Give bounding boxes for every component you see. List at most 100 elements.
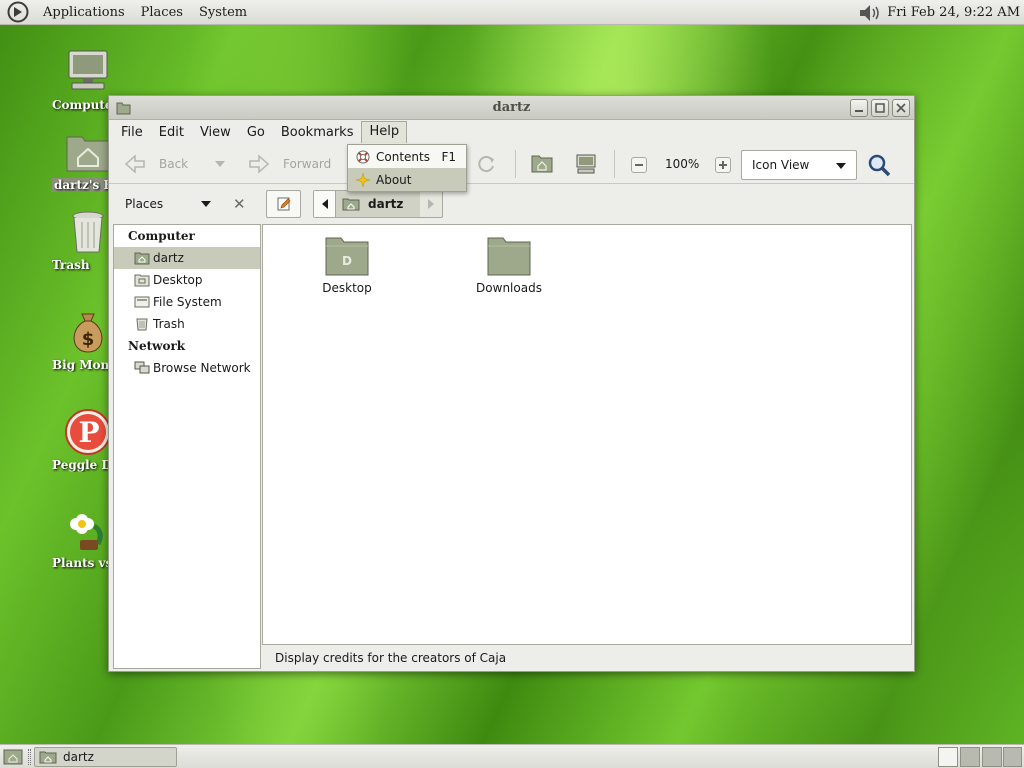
svg-text:$: $ bbox=[82, 329, 95, 350]
chevron-down-icon bbox=[215, 161, 225, 167]
home-folder-icon bbox=[39, 751, 57, 764]
workspace-4[interactable] bbox=[1003, 747, 1022, 767]
menu-item-accelerator: F1 bbox=[441, 149, 456, 164]
file-view[interactable]: D Desktop Downloads bbox=[262, 224, 912, 645]
back-label: Back bbox=[159, 157, 189, 171]
menu-bookmarks[interactable]: Bookmarks bbox=[273, 122, 362, 143]
maximize-button[interactable] bbox=[871, 99, 889, 117]
sidebar-item-trash[interactable]: Trash bbox=[114, 313, 260, 335]
distro-logo-icon[interactable] bbox=[7, 1, 29, 23]
breadcrumb-back-button[interactable] bbox=[314, 191, 336, 217]
workspace-2[interactable] bbox=[960, 747, 980, 767]
home-folder-icon bbox=[531, 155, 553, 173]
zoom-level[interactable]: 100% bbox=[665, 157, 699, 171]
chevron-down-icon[interactable] bbox=[201, 201, 211, 207]
top-panel-tray: Fri Feb 24, 9:22 AM bbox=[857, 0, 1020, 25]
menu-help[interactable]: Help bbox=[361, 121, 408, 143]
location-edit-button[interactable] bbox=[266, 190, 301, 218]
window-titlebar[interactable]: dartz bbox=[109, 96, 914, 120]
zoom-in-button[interactable] bbox=[715, 157, 731, 173]
system-menu[interactable]: System bbox=[191, 5, 255, 20]
menu-view[interactable]: View bbox=[192, 122, 239, 143]
sidebar-item-label: dartz bbox=[153, 251, 184, 265]
panel-handle[interactable] bbox=[28, 749, 31, 765]
peggle-icon: P bbox=[65, 409, 111, 455]
status-bar: Display credits for the creators of Caja bbox=[275, 651, 507, 665]
menu-item-contents[interactable]: Contents F1 bbox=[348, 145, 466, 168]
menu-item-label: About bbox=[376, 172, 412, 187]
forward-button[interactable]: Forward bbox=[247, 153, 331, 175]
computer-icon bbox=[576, 154, 596, 174]
breadcrumb-forward-button[interactable] bbox=[420, 191, 442, 217]
computer-icon bbox=[68, 50, 108, 90]
sidebar-item-dartz[interactable]: dartz bbox=[114, 247, 260, 269]
help-lifebuoy-icon bbox=[356, 150, 370, 163]
home-folder-icon bbox=[134, 252, 150, 265]
home-button[interactable] bbox=[531, 153, 553, 173]
search-button[interactable] bbox=[867, 153, 891, 177]
trash-icon bbox=[72, 211, 104, 253]
workspace-3[interactable] bbox=[982, 747, 1002, 767]
sidepane: Computer dartz Desktop File System Trash… bbox=[113, 224, 261, 669]
zoom-out-button[interactable] bbox=[631, 157, 647, 173]
drive-icon bbox=[134, 296, 150, 308]
close-button[interactable] bbox=[892, 99, 910, 117]
toolbar: Back Forward 100% Icon View bbox=[109, 144, 914, 184]
computer-button[interactable] bbox=[575, 153, 597, 175]
sidepane-title[interactable]: Places bbox=[125, 197, 163, 211]
show-desktop-icon[interactable] bbox=[3, 748, 23, 766]
workspace-1[interactable] bbox=[938, 747, 958, 767]
close-sidepane-icon[interactable]: ✕ bbox=[233, 195, 246, 213]
minimize-button[interactable] bbox=[850, 99, 868, 117]
sidebar-item-label: Desktop bbox=[153, 273, 203, 287]
desktop-folder-icon: D bbox=[325, 237, 369, 276]
menu-go[interactable]: Go bbox=[239, 122, 273, 143]
file-name: Desktop bbox=[322, 281, 372, 295]
sidebar-item-label: Trash bbox=[153, 317, 185, 331]
plants-icon bbox=[70, 514, 103, 550]
sidepane-section-network: Network bbox=[128, 339, 186, 353]
zoom-in-icon bbox=[719, 161, 727, 169]
search-icon bbox=[868, 154, 891, 177]
zoom-out-icon bbox=[635, 164, 643, 166]
sidebar-item-label: Browse Network bbox=[153, 361, 251, 375]
file-item-downloads[interactable]: Downloads bbox=[459, 235, 559, 295]
toolbar-separator bbox=[614, 150, 615, 178]
toolbar-separator bbox=[515, 150, 516, 178]
file-manager-window: dartz File Edit View Go Bookmarks Help B… bbox=[108, 95, 915, 672]
menu-edit[interactable]: Edit bbox=[151, 122, 192, 143]
applications-menu[interactable]: Applications bbox=[35, 5, 133, 20]
breadcrumb: dartz bbox=[313, 190, 443, 218]
chevron-right-icon bbox=[428, 199, 434, 209]
money-bag-icon: $ bbox=[73, 313, 103, 353]
bottom-panel: dartz bbox=[0, 744, 1024, 768]
svg-text:D: D bbox=[342, 254, 352, 268]
desktop-folder-icon bbox=[134, 274, 150, 287]
volume-icon[interactable] bbox=[857, 3, 883, 23]
help-dropdown-menu: Contents F1 About bbox=[347, 144, 467, 192]
breadcrumb-label: dartz bbox=[368, 197, 404, 211]
close-icon bbox=[896, 103, 906, 113]
reload-button[interactable] bbox=[475, 153, 497, 175]
clock[interactable]: Fri Feb 24, 9:22 AM bbox=[887, 5, 1020, 20]
home-folder-icon bbox=[342, 198, 360, 211]
sidepane-section-computer: Computer bbox=[128, 229, 195, 243]
folder-icon bbox=[487, 237, 531, 276]
sidebar-item-filesystem[interactable]: File System bbox=[114, 291, 260, 313]
forward-label: Forward bbox=[283, 157, 332, 171]
back-history-button[interactable] bbox=[215, 161, 225, 168]
taskbar-item-dartz[interactable]: dartz bbox=[34, 747, 177, 767]
back-button[interactable]: Back bbox=[123, 153, 188, 175]
breadcrumb-current[interactable]: dartz bbox=[336, 191, 420, 217]
places-menu[interactable]: Places bbox=[133, 5, 191, 20]
view-mode-select[interactable]: Icon View bbox=[741, 150, 857, 180]
svg-text:P: P bbox=[78, 416, 99, 449]
sidepane-header: Places ✕ bbox=[113, 184, 261, 224]
taskbar-item-label: dartz bbox=[63, 750, 94, 764]
sidebar-item-browse-network[interactable]: Browse Network bbox=[114, 357, 260, 379]
menu-file[interactable]: File bbox=[113, 122, 151, 143]
file-item-desktop[interactable]: D Desktop bbox=[297, 235, 397, 295]
sidebar-item-desktop[interactable]: Desktop bbox=[114, 269, 260, 291]
top-panel: Applications Places System Fri Feb 24, 9… bbox=[0, 0, 1024, 25]
menu-item-about[interactable]: About bbox=[348, 168, 466, 191]
